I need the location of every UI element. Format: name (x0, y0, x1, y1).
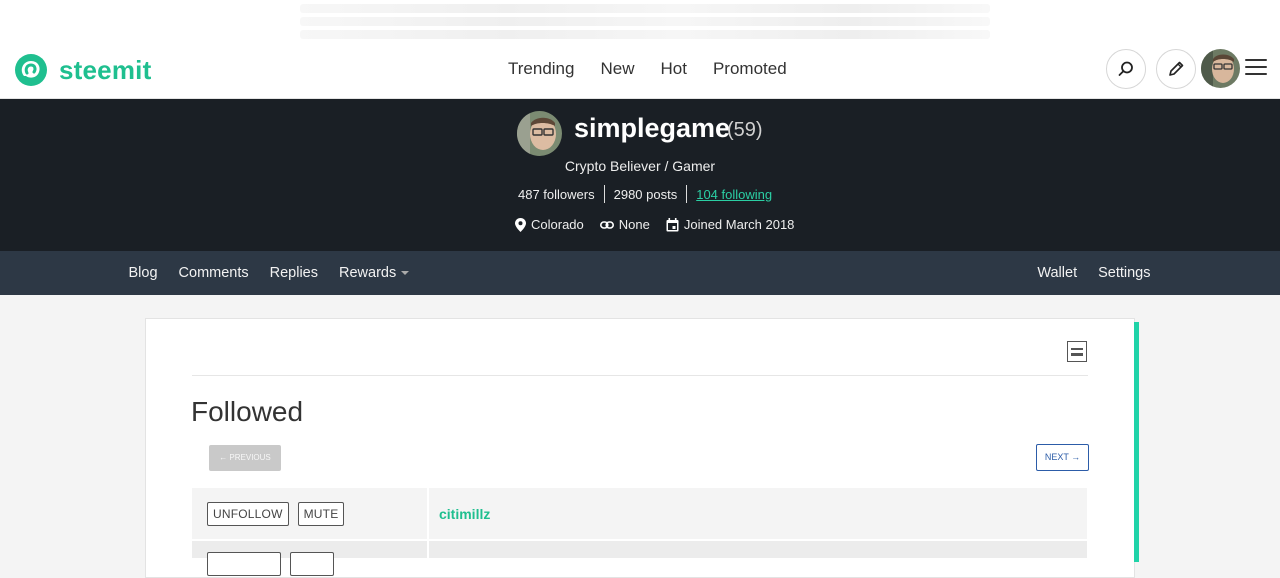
tab-wallet[interactable]: Wallet (1027, 262, 1088, 284)
mute-button[interactable]: MUTE (297, 501, 345, 526)
row-actions: UNFOLLOW MUTE (192, 488, 427, 539)
following-link[interactable]: 104 following (696, 187, 772, 202)
join-date: Joined March 2018 (666, 217, 795, 232)
nav-trending[interactable]: Trending (495, 57, 587, 81)
posts-count: 2980 posts (613, 186, 678, 202)
row-actions (192, 541, 427, 576)
profile-tabs: Blog Comments Replies Rewards Wallet Set… (0, 251, 1280, 295)
pencil-icon (1169, 61, 1184, 76)
website-text: None (618, 217, 650, 232)
join-date-text: Joined March 2018 (683, 217, 795, 232)
nav-new[interactable]: New (587, 57, 647, 81)
main-nav: Trending New Hot Promoted (495, 57, 800, 81)
next-button[interactable]: NEXT → (1036, 444, 1089, 471)
stats-divider (686, 185, 688, 203)
search-icon (1118, 61, 1133, 76)
brand-name: steemit (59, 54, 152, 85)
stats-divider (603, 185, 605, 203)
followed-card (145, 318, 1135, 578)
tab-rewards[interactable]: Rewards (329, 262, 420, 284)
profile-meta: Colorado None Joined March 2018 (515, 217, 810, 232)
profile-about: Crypto Believer / Gamer (564, 158, 716, 174)
accent-bar (1134, 322, 1139, 562)
collapse-icon[interactable] (1067, 341, 1087, 362)
tab-replies[interactable]: Replies (259, 262, 328, 284)
profile-header: simplegame (59) Crypto Believer / Gamer … (0, 99, 1280, 251)
nav-hot[interactable]: Hot (647, 57, 699, 81)
avatar-image (1201, 49, 1240, 88)
tab-settings[interactable]: Settings (1088, 262, 1161, 284)
steemit-logo[interactable]: steemit (13, 50, 158, 90)
mute-button-partial[interactable] (290, 552, 334, 576)
location: Colorado (515, 217, 584, 232)
profile-avatar-image (517, 111, 562, 156)
location-pin-icon (515, 217, 526, 232)
chevron-down-icon (401, 271, 410, 276)
nav-promoted[interactable]: Promoted (700, 57, 800, 81)
steemit-logo-icon (15, 54, 47, 86)
row-account (429, 541, 1087, 558)
user-avatar[interactable] (1201, 49, 1240, 88)
unfollow-button[interactable]: UNFOLLOW (207, 501, 289, 526)
profile-name: simplegame (574, 113, 731, 143)
reputation-score: (59) (727, 119, 763, 141)
card-divider (192, 375, 1088, 376)
tab-blog[interactable]: Blog (118, 262, 168, 284)
account-link[interactable]: citimillz (439, 506, 490, 522)
previous-button[interactable]: ← PREVIOUS (209, 445, 281, 471)
row-account: citimillz (429, 488, 1087, 539)
website: None (599, 217, 650, 232)
search-button[interactable] (1106, 49, 1146, 89)
hamburger-menu-icon[interactable] (1245, 59, 1267, 77)
link-icon (599, 220, 614, 229)
followers-count[interactable]: 487 followers (518, 187, 595, 202)
faded-banner (300, 0, 990, 40)
calendar-icon (666, 217, 679, 231)
unfollow-button-partial[interactable] (207, 552, 281, 576)
location-text: Colorado (531, 217, 584, 232)
profile-avatar (517, 111, 562, 156)
top-header: steemit Trending New Hot Promoted (0, 0, 1280, 99)
tab-rewards-label: Rewards (339, 265, 397, 281)
compose-button[interactable] (1156, 49, 1196, 89)
table-row (192, 541, 1087, 576)
tab-comments[interactable]: Comments (168, 262, 259, 284)
page-title: Followed (191, 396, 304, 427)
table-row: UNFOLLOW MUTE citimillz (192, 488, 1087, 539)
profile-stats: 487 followers 2980 posts 104 following (518, 185, 772, 203)
